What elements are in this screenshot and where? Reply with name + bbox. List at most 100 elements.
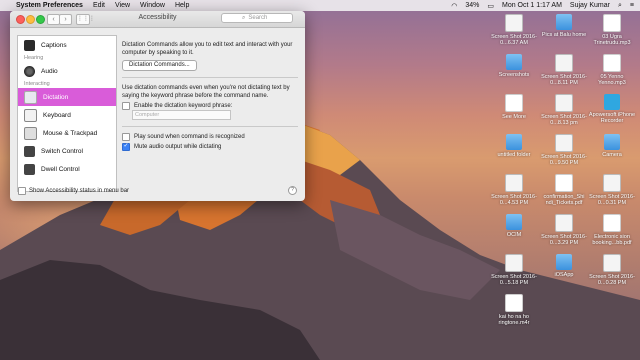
sidebar-item-audio[interactable]: Audio [18, 62, 116, 80]
desktop-item-label: 03 Ugra Trinetrudu.mp3 [593, 34, 631, 46]
search-icon: ⌕ [242, 15, 246, 21]
desktop-item[interactable]: confirmation_Shi ndi_Tickets.pdf [540, 174, 588, 206]
screenshot-icon [555, 134, 573, 152]
play-sound-checkbox[interactable] [122, 133, 130, 141]
desktop-item-label: Screenshots [498, 72, 530, 78]
keyword-phrase-input[interactable]: Computer [132, 110, 231, 120]
show-status-label: Show Accessibility status in menu bar [29, 188, 130, 194]
dictation-commands-button[interactable]: Dictation Commands... [122, 60, 197, 71]
pdf-icon [603, 214, 621, 232]
screenshot-icon [505, 174, 523, 192]
desktop-item[interactable]: kai ho na ho ringtone.m4r [490, 294, 538, 326]
desktop-item[interactable]: Screen Shot 2016-0...6.37 AM [490, 14, 538, 46]
sidebar-item-mouse-trackpad[interactable]: Mouse & Trackpad [18, 124, 116, 142]
desktop-item[interactable]: untitled folder [490, 134, 538, 158]
keyword-help-text: Use dictation commands even when you're … [122, 85, 290, 99]
desktop-item-label: untitled folder [497, 152, 531, 158]
menu-window[interactable]: Window [140, 2, 165, 9]
play-sound-row[interactable]: Play sound when command is recognized [122, 133, 298, 141]
menu-edit[interactable]: Edit [93, 2, 105, 9]
status-menu-row[interactable]: Show Accessibility status in menu bar [18, 187, 129, 195]
desktop-item-label: Electronic sion booking...bb.pdf [592, 234, 632, 246]
menu-bar: System Preferences Edit View Window Help… [0, 0, 640, 11]
folder-icon [556, 254, 572, 270]
dictation-intro-text: Dictation Commands allow you to edit tex… [122, 42, 293, 56]
sidebar-item-label: Captions [41, 41, 67, 49]
desktop-item[interactable]: Electronic sion booking...bb.pdf [588, 214, 636, 246]
desktop-item[interactable]: Camera [588, 134, 636, 158]
show-status-checkbox[interactable] [18, 187, 26, 195]
desktop-item[interactable]: Screenshots [490, 54, 538, 78]
sidebar-item-label: Keyboard [43, 111, 71, 119]
folder-icon [506, 134, 522, 150]
microphone-icon [24, 90, 37, 104]
desktop-item[interactable]: Screen Shot 2016-0...0.31 PM [588, 174, 636, 206]
divider [122, 77, 298, 78]
desktop-item-label: Screen Shot 2016-0...4.53 PM [491, 194, 537, 206]
sidebar-item-switch-control[interactable]: Switch Control [18, 142, 116, 160]
play-sound-label: Play sound when command is recognized [134, 134, 245, 140]
screenshot-icon [505, 14, 523, 32]
screenshot-icon [555, 54, 573, 72]
mute-audio-row[interactable]: Mute audio output while dictating [122, 142, 298, 151]
enable-keyword-row[interactable]: Enable the dictation keyword phrase: [122, 102, 298, 110]
keyboard-icon [24, 108, 37, 122]
search-placeholder: Search [248, 15, 268, 21]
sidebar-item-label: Mouse & Trackpad [43, 129, 98, 137]
mute-audio-label: Mute audio output while dictating [134, 144, 222, 150]
desktop-item[interactable]: iOSApp [540, 254, 588, 278]
desktop-item[interactable]: Screen Shot 2016-0...4.53 PM [490, 174, 538, 206]
menu-help[interactable]: Help [175, 2, 189, 9]
switch-control-icon [24, 145, 35, 157]
user-menu[interactable]: Sujay Kumar [570, 2, 610, 9]
screenshot-icon [603, 254, 621, 272]
desktop-item[interactable]: Pics at Balu home [540, 14, 588, 38]
dictation-pane: Dictation Commands allow you to edit tex… [122, 41, 298, 151]
sidebar-item-label: Audio [41, 67, 58, 75]
sidebar-item-label: Dwell Control [41, 165, 80, 173]
desktop-item[interactable]: OCIM [490, 214, 538, 238]
folder-icon [604, 134, 620, 150]
desktop-item[interactable]: 03 Ugra Trinetrudu.mp3 [588, 14, 636, 46]
help-button[interactable]: ? [288, 186, 297, 195]
screenshot-icon [603, 174, 621, 192]
notification-center-icon[interactable]: ≡ [630, 2, 634, 9]
sidebar-item-dictation[interactable]: Dictation [18, 88, 116, 106]
search-field[interactable]: ⌕ Search [221, 13, 293, 23]
sidebar-item-captions[interactable]: Captions [18, 36, 116, 54]
audio-file-icon [603, 14, 621, 32]
spotlight-icon[interactable]: ⌕ [618, 2, 622, 10]
enable-keyword-checkbox[interactable] [122, 102, 130, 110]
desktop-item-label: Screen Shot 2016-0...8.11 PM [541, 74, 587, 86]
folder-icon [506, 214, 522, 230]
sidebar-item-keyboard[interactable]: Keyboard [18, 106, 116, 124]
pdf-icon [555, 174, 573, 192]
mute-audio-checkbox[interactable] [122, 142, 130, 151]
screenshot-icon [555, 94, 573, 112]
clock[interactable]: Mon Oct 1 1:17 AM [502, 2, 562, 9]
desktop-item[interactable]: Apowersoft iPhone Recorder [588, 94, 636, 124]
app-menu[interactable]: System Preferences [16, 2, 83, 9]
menu-view[interactable]: View [115, 2, 130, 9]
document-icon [505, 94, 523, 112]
desktop-item[interactable]: Screen Shot 2016-0...3.29 PM [540, 214, 588, 246]
battery-icon[interactable]: ▭ [487, 2, 494, 10]
desktop-item-label: Screen Shot 2016-0...0.28 PM [589, 274, 635, 286]
sidebar-item-dwell-control[interactable]: Dwell Control [18, 160, 116, 178]
title-bar[interactable]: ‹ › ⋮⋮⋮ Accessibility ⌕ Search [10, 11, 305, 28]
desktop-item[interactable]: See More [490, 94, 538, 120]
dwell-control-icon [24, 163, 35, 175]
desktop-item-label: Screen Shot 2016-0...6.37 AM [491, 34, 537, 46]
sidebar-item-label: Switch Control [41, 147, 83, 155]
mouse-icon [24, 126, 37, 140]
desktop-item[interactable]: Screen Shot 2016-0...9.50 PM [540, 134, 588, 166]
wifi-icon[interactable]: ◠ [451, 2, 457, 10]
desktop-item[interactable]: Screen Shot 2016-0...8.13 pm [540, 94, 588, 126]
battery-percent[interactable]: 34% [465, 2, 479, 9]
desktop-item[interactable]: Screen Shot 2016-0...5.18 PM [490, 254, 538, 286]
desktop-item[interactable]: Screen Shot 2016-0...8.11 PM [540, 54, 588, 86]
desktop-item-label: Camera [602, 152, 622, 158]
accessibility-sidebar[interactable]: Captions Hearing Audio Interacting Dicta… [17, 35, 117, 192]
desktop-item[interactable]: Screen Shot 2016-0...0.28 PM [588, 254, 636, 286]
desktop-item[interactable]: 05 Yenno Yenno.mp3 [588, 54, 636, 86]
